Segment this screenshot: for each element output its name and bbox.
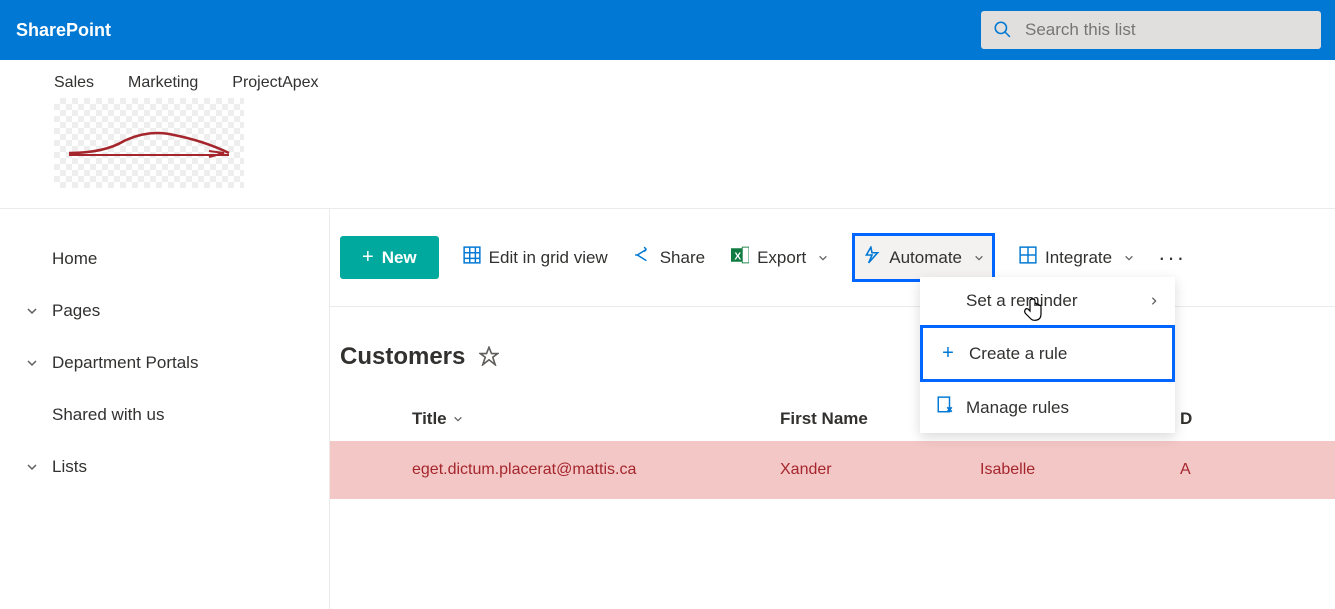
export-label: Export (757, 248, 806, 268)
breadcrumb-projectapex[interactable]: ProjectApex (232, 74, 318, 92)
column-title-label: Title (412, 409, 447, 429)
edit-grid-label: Edit in grid view (489, 248, 608, 268)
cell-last: Isabelle (980, 461, 1180, 479)
app-title: SharePoint (16, 20, 111, 41)
integrate-icon (1019, 246, 1037, 269)
breadcrumb-sales[interactable]: Sales (54, 74, 94, 92)
manage-rules-icon (936, 396, 954, 419)
share-button[interactable]: Share (632, 242, 707, 273)
breadcrumb: Sales Marketing ProjectApex (0, 60, 1335, 98)
main-content: + New Edit in grid view Share X Expor (330, 209, 1335, 609)
left-nav: Home Pages Department Portals Shared wit… (0, 209, 330, 609)
svg-text:X: X (734, 252, 741, 263)
data-table: Title First Name Last Name D eget.dictum… (330, 401, 1335, 499)
cell-title: eget.dictum.placerat@mattis.ca (340, 461, 780, 479)
table-row[interactable]: eget.dictum.placerat@mattis.ca Xander Is… (330, 441, 1335, 499)
nav-home-label: Home (52, 249, 97, 269)
search-input[interactable] (1025, 20, 1309, 40)
automate-dropdown: Set a reminder + Create a rule Manage ru… (920, 277, 1175, 433)
automate-label: Automate (889, 248, 962, 268)
column-d[interactable]: D (1180, 409, 1260, 429)
search-box[interactable] (981, 11, 1321, 49)
nav-shared-label: Shared with us (52, 405, 164, 425)
favorite-star-icon[interactable] (479, 346, 499, 369)
list-header: Customers (330, 307, 1335, 401)
create-rule-menuitem[interactable]: + Create a rule (920, 325, 1175, 382)
nav-department-portals[interactable]: Department Portals (0, 337, 329, 389)
table-header: Title First Name Last Name D (330, 401, 1335, 441)
flow-icon (863, 246, 881, 269)
chevron-down-icon (24, 305, 40, 317)
share-label: Share (660, 248, 705, 268)
nav-home[interactable]: Home (0, 233, 329, 285)
column-d-label: D (1180, 409, 1192, 428)
chevron-down-icon (453, 414, 463, 424)
chevron-down-icon (974, 248, 984, 268)
more-actions-button[interactable]: ··· (1158, 245, 1186, 271)
plus-icon: + (939, 342, 957, 365)
new-button-label: New (382, 248, 417, 268)
manage-rules-label: Manage rules (966, 398, 1069, 418)
chevron-down-icon (24, 461, 40, 473)
command-bar: + New Edit in grid view Share X Expor (330, 233, 1335, 307)
chevron-down-icon (818, 248, 828, 268)
share-icon (634, 246, 652, 269)
set-reminder-label: Set a reminder (966, 291, 1078, 311)
site-logo[interactable] (54, 98, 244, 188)
column-title[interactable]: Title (340, 409, 780, 429)
edit-grid-button[interactable]: Edit in grid view (461, 242, 610, 273)
nav-pages[interactable]: Pages (0, 285, 329, 337)
new-button[interactable]: + New (340, 236, 439, 279)
column-first-label: First Name (780, 409, 868, 429)
manage-rules-menuitem[interactable]: Manage rules (920, 382, 1175, 433)
chevron-right-icon (1149, 291, 1159, 311)
nav-pages-label: Pages (52, 301, 100, 321)
create-rule-label: Create a rule (969, 344, 1067, 364)
nav-lists[interactable]: Lists (0, 441, 329, 493)
integrate-label: Integrate (1045, 248, 1112, 268)
search-icon (993, 20, 1025, 41)
nav-shared-with-us[interactable]: Shared with us (0, 389, 329, 441)
list-title: Customers (340, 343, 465, 371)
chevron-down-icon (24, 357, 40, 369)
excel-icon: X (731, 246, 749, 269)
nav-lists-label: Lists (52, 457, 87, 477)
set-reminder-menuitem[interactable]: Set a reminder (920, 277, 1175, 325)
grid-icon (463, 246, 481, 269)
car-logo-icon (64, 123, 234, 163)
nav-dept-label: Department Portals (52, 353, 198, 373)
chevron-down-icon (1124, 248, 1134, 268)
plus-icon: + (362, 246, 374, 269)
export-button[interactable]: X Export (729, 242, 830, 273)
cell-first: Xander (780, 461, 980, 479)
cell-d: A (1180, 461, 1260, 479)
app-header: SharePoint (0, 0, 1335, 60)
automate-button[interactable]: Automate (852, 233, 995, 282)
integrate-button[interactable]: Integrate (1017, 242, 1136, 273)
breadcrumb-marketing[interactable]: Marketing (128, 74, 198, 92)
